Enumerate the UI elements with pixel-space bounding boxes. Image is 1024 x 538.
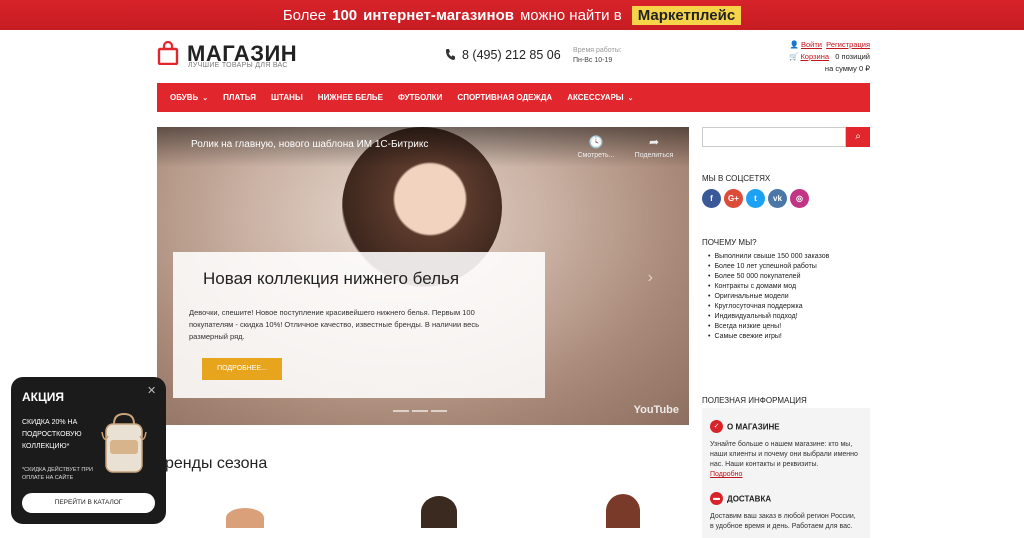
- phone-icon: [446, 49, 455, 60]
- list-item: Более 10 лет успешной работы: [708, 262, 829, 272]
- popup-note: *СКИДКА ДЕЙСТВУЕТ ПРИ ОПЛАТЕ НА САЙТЕ: [22, 467, 94, 481]
- hero-text: Девочки, спешите! Новое поступление крас…: [189, 308, 479, 341]
- why-title: ПОЧЕМУ МЫ?: [702, 238, 757, 247]
- account-block: 👤 Войти Регистрация 🛒 Корзина 0 позиций …: [789, 39, 870, 75]
- about-link[interactable]: Подробно: [710, 471, 742, 478]
- more-button[interactable]: ПОДРОБНЕЕ...: [202, 358, 282, 380]
- list-item: Круглосуточная поддержка: [708, 302, 829, 312]
- nav-item-pants[interactable]: ШТАНЫ: [271, 93, 303, 102]
- backpack-image: [101, 412, 147, 473]
- hero-card: Новая коллекция нижнего белья Девочки, с…: [173, 252, 545, 398]
- catalog-button[interactable]: ПЕРЕЙТИ В КАТАЛОГ: [22, 493, 155, 513]
- search-button[interactable]: ⌕: [846, 127, 870, 147]
- share-icon: ➦: [648, 135, 660, 149]
- search-icon: ⌕: [855, 131, 861, 142]
- list-item: Оригинальные модели: [708, 292, 829, 302]
- instagram-icon[interactable]: ◎: [790, 189, 809, 208]
- clock-icon: 🕓: [588, 135, 604, 149]
- social-links: f G+ t vk ◎: [702, 189, 809, 208]
- promo-count: 100: [332, 6, 358, 24]
- youtube-logo[interactable]: YouTube: [634, 404, 679, 416]
- register-link[interactable]: Регистрация: [826, 40, 870, 49]
- hero-heading: Новая коллекция нижнего белья: [203, 269, 460, 288]
- watch-later-button[interactable]: 🕓 Смотреть...: [573, 135, 619, 159]
- cart-count: 0 позиций: [835, 52, 870, 61]
- google-plus-icon[interactable]: G+: [724, 189, 743, 208]
- delivery-title[interactable]: ДОСТАВКА: [727, 494, 771, 503]
- hero-video[interactable]: Ролик на главную, нового шаблона ИМ 1С-Б…: [157, 127, 689, 425]
- list-item: Индивидуальный подход!: [708, 312, 829, 322]
- next-slide-icon[interactable]: ›: [648, 269, 653, 287]
- marketplace-link[interactable]: Маркетплейс: [631, 5, 742, 25]
- list-item: Самые свежие игры!: [708, 332, 829, 342]
- delivery-text: Доставим ваш заказ в любой регион России…: [710, 513, 856, 530]
- chevron-down-icon: ⌄: [202, 94, 209, 102]
- nav-item-sportswear[interactable]: СПОРТИВНАЯ ОДЕЖДА: [457, 93, 552, 102]
- about-text: Узнайте больше о нашем магазине: кто мы,…: [710, 441, 858, 468]
- popup-title: АКЦИЯ: [22, 390, 65, 404]
- hours-value: Пн-Вс 10-19: [573, 57, 613, 64]
- facebook-icon[interactable]: f: [702, 189, 721, 208]
- vk-icon[interactable]: vk: [768, 189, 787, 208]
- useful-info-panel: ✓ О МАГАЗИНЕ Узнайте больше о нашем магаз…: [702, 408, 870, 538]
- promo-middle: интернет-магазинов: [363, 6, 514, 24]
- cart-icon: 🛒: [789, 52, 799, 61]
- list-item: Более 50 000 покупателей: [708, 272, 829, 282]
- nav-item-shoes[interactable]: ОБУВЬ ⌄: [170, 93, 208, 102]
- list-item: Контракты с домами мод: [708, 282, 829, 292]
- nav-item-accessories[interactable]: АКСЕССУАРЫ ⌄: [567, 93, 633, 102]
- brand-image[interactable]: [226, 508, 264, 528]
- twitter-icon[interactable]: t: [746, 189, 765, 208]
- promo-popup: АКЦИЯ ✕ СКИДКА 20% НА ПОДРОСТКОВУЮ КОЛЛЕ…: [11, 377, 166, 524]
- hours-label: Время работы:: [573, 47, 622, 54]
- nav-item-dresses[interactable]: ПЛАТЬЯ: [223, 93, 256, 102]
- about-title[interactable]: О МАГАЗИНЕ: [727, 422, 780, 431]
- search-form: ⌕: [702, 127, 870, 147]
- cart-link[interactable]: Корзина: [800, 52, 829, 61]
- promo-prefix: Более: [282, 6, 327, 24]
- cart-total: на сумму 0 ₽: [824, 64, 870, 73]
- popup-text: СКИДКА 20% НА ПОДРОСТКОВУЮ КОЛЛЕКЦИЮ*: [22, 419, 82, 450]
- share-button[interactable]: ➦ Поделиться: [631, 135, 677, 159]
- list-item: Выполнили свыше 150 000 заказов: [708, 252, 829, 262]
- promo-banner[interactable]: Более 100 интернет-магазинов можно найти…: [0, 0, 1024, 30]
- video-title[interactable]: Ролик на главную, нового шаблона ИМ 1С-Б…: [191, 139, 428, 150]
- chevron-down-icon: ⌄: [627, 94, 634, 102]
- phone-number[interactable]: 8 (495) 212 85 06: [462, 48, 561, 62]
- why-list: Выполнили свыше 150 000 заказов Более 10…: [708, 252, 829, 342]
- search-input[interactable]: [702, 127, 846, 147]
- brand-image[interactable]: [606, 494, 640, 528]
- shopping-bag-icon: [157, 41, 179, 65]
- truck-icon: ▬: [710, 492, 723, 506]
- list-item: Всегда низкие цены!: [708, 322, 829, 332]
- nav-item-underwear[interactable]: НИЖНЕЕ БЕЛЬЕ: [318, 93, 383, 102]
- main-nav: ОБУВЬ ⌄ ПЛАТЬЯ ШТАНЫ НИЖНЕЕ БЕЛЬЕ ФУТБОЛК…: [157, 83, 870, 112]
- about-block: ✓ О МАГАЗИНЕ Узнайте больше о нашем магаз…: [710, 418, 860, 480]
- working-hours: Время работы: Пн-Вс 10-19: [573, 46, 622, 66]
- brands-title: ренды сезона: [165, 455, 268, 472]
- brand-image[interactable]: [421, 496, 457, 528]
- delivery-block: ▬ ДОСТАВКА Доставим ваш заказ в любой рег…: [710, 490, 860, 532]
- slider-dots[interactable]: [393, 410, 447, 412]
- user-icon: 👤: [789, 40, 799, 49]
- social-title: МЫ В СОЦСЕТЯХ: [702, 174, 771, 183]
- check-icon: ✓: [710, 420, 723, 434]
- logo-subtitle: ЛУЧШИЕ ТОВАРЫ ДЛЯ ВАС: [188, 62, 288, 69]
- nav-item-tshirts[interactable]: ФУТБОЛКИ: [398, 93, 442, 102]
- useful-title: ПОЛЕЗНАЯ ИНФОРМАЦИЯ: [702, 396, 807, 405]
- site-header: МАГАЗИН ЛУЧШИЕ ТОВАРЫ ДЛЯ ВАС 8 (495) 21…: [157, 38, 870, 80]
- promo-suffix: можно найти в: [519, 6, 622, 24]
- close-icon[interactable]: ✕: [147, 384, 156, 397]
- login-link[interactable]: Войти: [801, 40, 822, 49]
